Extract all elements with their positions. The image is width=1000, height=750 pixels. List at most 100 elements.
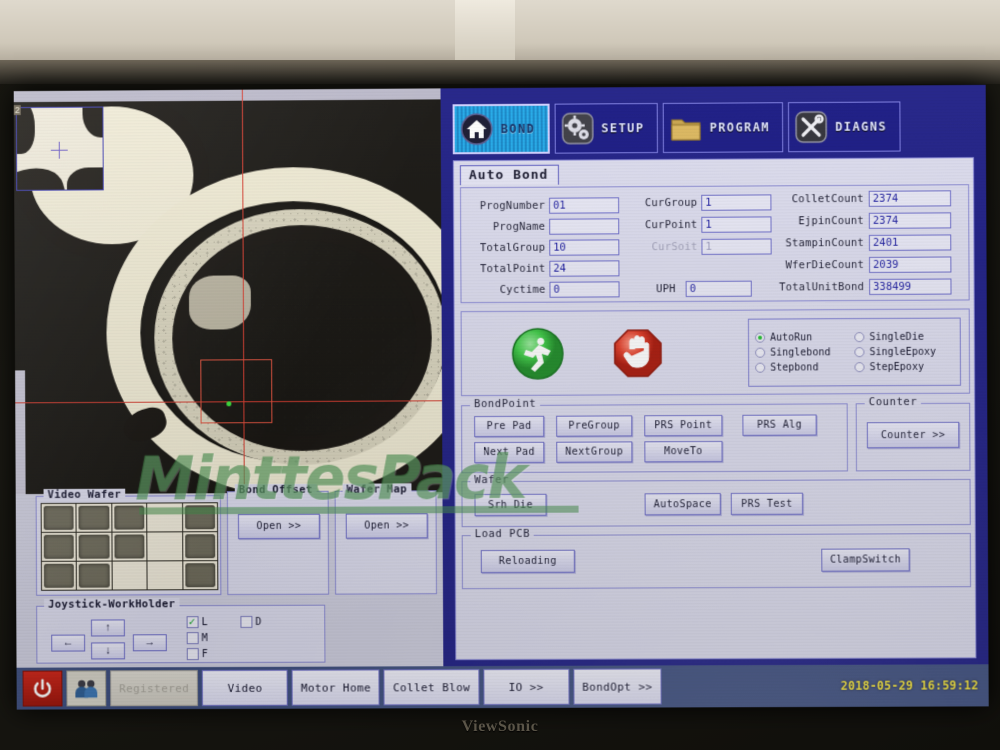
die-cell[interactable] xyxy=(41,561,77,590)
die-cell[interactable] xyxy=(76,503,112,532)
btn-bondopt[interactable]: BondOpt >> xyxy=(573,668,662,705)
loadpcb-group: Load PCB Reloading ClampSwitch xyxy=(461,527,972,590)
field-prognumber-input[interactable] xyxy=(549,197,620,214)
radio-stepepoxy[interactable]: StepEpoxy xyxy=(854,361,953,373)
joystick-down-button[interactable]: ↓ xyxy=(91,642,126,660)
field-prognumber-label: ProgNumber xyxy=(479,199,546,213)
checkbox-l[interactable]: L xyxy=(186,616,208,629)
camera-left-strip xyxy=(15,370,26,495)
btn-io[interactable]: IO >> xyxy=(483,668,570,706)
stop-button[interactable] xyxy=(610,325,666,381)
die-cell[interactable] xyxy=(147,561,183,590)
die-cell[interactable] xyxy=(41,503,76,532)
btn-wafer-map-open[interactable]: Open >> xyxy=(345,513,428,539)
btn-counter[interactable]: Counter >> xyxy=(866,421,960,449)
status-bar: Registered Video Motor Home Collet Blow … xyxy=(16,664,989,710)
video-wafer-legend: Video Wafer xyxy=(43,488,126,501)
field-ejpincount: EjpinCount xyxy=(771,212,952,229)
microscope-camera-view[interactable]: 2 xyxy=(13,88,453,495)
checkbox-f[interactable]: F xyxy=(186,648,208,661)
btn-prs-point[interactable]: PRS Point xyxy=(644,414,723,437)
radio-autorun[interactable]: AutoRun xyxy=(755,332,854,344)
btn-video[interactable]: Video xyxy=(202,669,288,706)
bond-pad-notch xyxy=(188,275,251,330)
field-curpoint-label: CurPoint xyxy=(645,218,698,232)
parameters-group: ProgNumber ProgName TotalGroup TotalPoin… xyxy=(459,184,970,304)
user-account-button[interactable] xyxy=(66,670,107,707)
joystick-right-button[interactable]: → xyxy=(132,634,167,652)
target-point-marker xyxy=(226,401,232,407)
die-cell[interactable] xyxy=(77,561,112,590)
tab-setup[interactable]: SETUP xyxy=(554,102,658,154)
main-navigation-tabs: BOND SETUP PROGRAM DIAGNS xyxy=(441,101,986,158)
btn-pre-pad[interactable]: Pre Pad xyxy=(474,415,545,438)
field-colletcount-input xyxy=(868,190,952,207)
wafer-die-grid[interactable] xyxy=(40,502,219,591)
field-stampincount: StampinCount xyxy=(772,234,952,251)
field-uph-input[interactable] xyxy=(685,280,752,297)
field-curgroup-label: CurGroup xyxy=(644,196,698,210)
btn-collet-blow[interactable]: Collet Blow xyxy=(383,669,480,706)
field-totalunitbond-label: TotalUnitBond xyxy=(779,281,865,294)
btn-prs-alg[interactable]: PRS Alg xyxy=(742,414,817,436)
field-totalgroup-input[interactable] xyxy=(549,239,620,256)
die-cell[interactable] xyxy=(182,561,218,590)
power-button[interactable] xyxy=(22,670,63,707)
die-cell[interactable] xyxy=(76,532,112,561)
radio-singledie-label: SingleDie xyxy=(869,331,924,343)
btn-next-pad[interactable]: Next Pad xyxy=(474,441,545,464)
inset-thumbnail-view[interactable] xyxy=(15,106,104,191)
die-cell[interactable] xyxy=(112,532,147,561)
content-tabstrip: Auto Bond xyxy=(459,164,560,186)
die-cell[interactable] xyxy=(147,532,182,561)
btn-move-to[interactable]: MoveTo xyxy=(644,440,723,463)
tab-auto-bond[interactable]: Auto Bond xyxy=(459,164,560,186)
radio-stepbond-label: Stepbond xyxy=(770,361,819,374)
radio-singledie[interactable]: SingleDie xyxy=(854,331,953,343)
die-cell[interactable] xyxy=(112,561,147,590)
radio-singleepoxy-label: SingleEpoxy xyxy=(869,346,936,358)
joystick-left-button[interactable]: ← xyxy=(51,634,86,652)
btn-autospace[interactable]: AutoSpace xyxy=(644,493,721,516)
tab-bond[interactable]: BOND xyxy=(452,103,550,155)
field-uph-label: UPH xyxy=(655,283,676,296)
tab-program-label: PROGRAM xyxy=(709,120,771,135)
radio-stepbond[interactable]: Stepbond xyxy=(755,362,854,374)
joystick-up-button[interactable]: ↑ xyxy=(90,619,125,637)
checkbox-d[interactable]: D xyxy=(240,615,261,628)
die-cell[interactable] xyxy=(41,532,77,561)
radio-singledie-dot xyxy=(854,332,865,343)
btn-pre-group[interactable]: PreGroup xyxy=(556,415,633,437)
btn-bond-offset-open[interactable]: Open >> xyxy=(237,513,320,540)
monitor-brand-label: ViewSonic xyxy=(461,718,539,735)
field-curpoint-input[interactable] xyxy=(701,216,772,233)
radio-stepepoxy-label: StepEpoxy xyxy=(869,361,924,373)
btn-motor-home[interactable]: Motor Home xyxy=(291,669,381,706)
field-curgroup-input[interactable] xyxy=(701,194,772,211)
start-button[interactable] xyxy=(510,326,566,382)
field-totalpoint: TotalPoint xyxy=(467,260,620,277)
field-colletcount: ColletCount xyxy=(771,190,952,207)
radio-singlebond[interactable]: Singlebond xyxy=(755,347,854,359)
die-cell[interactable] xyxy=(182,532,218,561)
field-curgroup: CurGroup xyxy=(631,194,772,211)
btn-next-group[interactable]: NextGroup xyxy=(556,441,633,463)
tab-program[interactable]: PROGRAM xyxy=(662,102,784,153)
field-progname-input[interactable] xyxy=(549,218,620,235)
tab-diagns[interactable]: DIAGNS xyxy=(787,101,901,153)
wafer-legend: Wafer xyxy=(470,473,514,487)
region-of-interest-box[interactable] xyxy=(200,359,273,424)
loadpcb-legend: Load PCB xyxy=(470,527,535,541)
folder-icon xyxy=(668,111,702,145)
btn-reloading[interactable]: Reloading xyxy=(480,549,575,574)
checkbox-m[interactable]: M xyxy=(186,632,208,645)
radio-singleepoxy[interactable]: SingleEpoxy xyxy=(854,346,953,358)
btn-clampswitch[interactable]: ClampSwitch xyxy=(821,548,910,572)
btn-prs-test[interactable]: PRS Test xyxy=(730,492,804,516)
field-totalpoint-input[interactable] xyxy=(549,260,620,277)
monitor-bezel: 2 MinttesPack BOND SETUP PROGRAM DIAGNS … xyxy=(0,0,1000,750)
field-cyctime-input[interactable] xyxy=(549,281,620,298)
wafer-map-legend: Wafer Map xyxy=(342,483,412,496)
inset-label: 2 xyxy=(13,105,21,116)
auto-bond-content-panel: Auto Bond ProgNumber ProgName TotalGroup xyxy=(452,157,977,661)
